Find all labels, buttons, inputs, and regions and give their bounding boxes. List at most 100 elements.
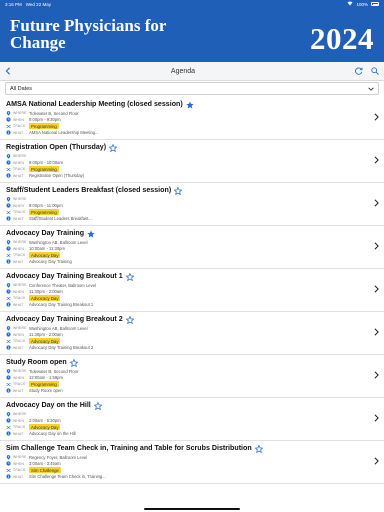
session-title: Advocacy Day on the Hill [6, 401, 91, 409]
star-icon[interactable] [93, 401, 102, 410]
when-value: 9:00pm - 9:30pm [29, 117, 61, 123]
map-pin-icon [6, 368, 13, 374]
what-value: Advocacy Day Training [29, 259, 72, 265]
session-item[interactable]: Sim Challenge Team Check in, Training an… [0, 441, 384, 484]
session-title: Study Room open [6, 358, 67, 366]
what-label: WHAT [13, 173, 24, 178]
chevron-down-icon [368, 87, 374, 91]
chevron-right-icon[interactable] [374, 156, 379, 166]
status-time: 3:16 PM [5, 1, 22, 7]
track-label: TRACK [13, 425, 26, 430]
session-what: WHAT Advocacy Day on the Hill [6, 431, 370, 438]
chevron-right-icon[interactable] [374, 328, 379, 338]
star-icon[interactable] [125, 315, 134, 324]
chevron-left-icon [5, 67, 10, 75]
where-label: WHERE [13, 283, 27, 288]
banner-title: Future Physicians for Change [10, 16, 167, 52]
chevron-right-icon[interactable] [374, 457, 379, 467]
session-title-row: Advocacy Day on the Hill [6, 401, 370, 410]
star-icon[interactable] [254, 444, 263, 453]
what-label: WHAT [13, 216, 24, 221]
session-item[interactable]: Study Room open WHERE Tidewater B, Secon… [0, 355, 384, 398]
when-value: 11:30pm - 2:00am [29, 332, 63, 338]
session-what: WHAT Sim Challenge Team Check in, Traini… [6, 474, 370, 481]
session-item[interactable]: Advocacy Day Training Breakout 2 WHERE W… [0, 312, 384, 355]
chevron-right-icon[interactable] [374, 285, 379, 295]
star-icon[interactable] [69, 358, 78, 367]
track-label: TRACK [13, 296, 26, 301]
info-icon [6, 431, 13, 436]
when-value: 9:00pm - 11:00pm [29, 203, 63, 209]
what-label: WHAT [13, 130, 24, 135]
when-label: WHEN [13, 375, 25, 380]
where-label: WHERE [13, 369, 27, 374]
track-badge: Advocacy Day [29, 338, 61, 345]
shuffle-icon [6, 468, 13, 473]
when-label: WHEN [13, 418, 25, 423]
track-label: TRACK [13, 167, 26, 172]
where-value: Tidewater B, Second Floor [29, 368, 79, 374]
what-value: Registration Open (Thursday) [29, 173, 85, 179]
where-label: WHERE [13, 240, 27, 245]
star-icon[interactable] [125, 272, 134, 281]
where-value: Washington AB, Ballroom Level [29, 239, 88, 245]
what-value: Sim Challenge Team Check in, Training... [29, 474, 106, 480]
session-item[interactable]: AMSA National Leadership Meeting (closed… [0, 97, 384, 140]
shuffle-icon [6, 382, 13, 387]
track-badge: Programming [29, 381, 59, 388]
session-title-row: Staff/Student Leaders Breakfast (closed … [6, 186, 370, 195]
star-icon[interactable] [174, 186, 183, 195]
track-badge: Advocacy Day [29, 252, 61, 259]
chevron-right-icon[interactable] [374, 371, 379, 381]
what-value: Advocacy Day on the Hill [29, 431, 76, 437]
session-title-row: Sim Challenge Team Check in, Training an… [6, 444, 370, 453]
clock-icon [6, 418, 13, 423]
session-what: WHAT Advocacy Day Training [6, 259, 370, 266]
date-filter-select[interactable]: All Dates [5, 82, 379, 95]
track-label: TRACK [13, 210, 26, 215]
search-button[interactable] [371, 67, 379, 75]
when-label: WHEN [13, 203, 25, 208]
when-value: 2:00am - 6:30pm [29, 418, 61, 424]
chevron-right-icon[interactable] [374, 199, 379, 209]
map-pin-icon [6, 325, 13, 331]
chevron-right-icon[interactable] [374, 414, 379, 424]
when-label: WHEN [13, 289, 25, 294]
star-icon[interactable] [186, 100, 194, 109]
clock-icon [6, 160, 13, 165]
shuffle-icon [6, 167, 13, 172]
session-title: Advocacy Day Training Breakout 1 [6, 272, 123, 280]
what-label: WHAT [13, 431, 24, 436]
nav-bar: Agenda [0, 62, 384, 81]
star-icon[interactable] [109, 143, 118, 152]
battery-icon [371, 2, 379, 6]
shuffle-icon [6, 210, 13, 215]
battery-percent: 100% [356, 1, 368, 7]
back-button[interactable] [5, 67, 11, 75]
session-item[interactable]: Registration Open (Thursday) WHERE WHEN … [0, 140, 384, 183]
info-icon [6, 345, 13, 350]
what-value: Staff/Student Leaders Breakfast... [29, 216, 92, 222]
star-icon[interactable] [87, 229, 95, 238]
chevron-right-icon[interactable] [374, 242, 379, 252]
when-value: 3:00am - 3:45am [29, 461, 61, 467]
session-item[interactable]: Staff/Student Leaders Breakfast (closed … [0, 183, 384, 226]
chevron-right-icon[interactable] [374, 113, 379, 123]
clock-icon [6, 375, 13, 380]
session-item[interactable]: Advocacy Day Training Breakout 1 WHERE C… [0, 269, 384, 312]
track-label: TRACK [13, 382, 26, 387]
when-label: WHEN [13, 461, 25, 466]
session-title: Advocacy Day Training [6, 229, 85, 237]
map-pin-icon [6, 239, 13, 245]
refresh-button[interactable] [355, 67, 363, 75]
where-label: WHERE [13, 154, 27, 159]
where-value: Washington AB, Ballroom Level [29, 325, 88, 331]
home-indicator[interactable] [144, 508, 240, 510]
wifi-icon [347, 1, 353, 7]
session-title-row: Advocacy Day Training Breakout 1 [6, 272, 370, 281]
when-label: WHEN [13, 246, 25, 251]
session-item[interactable]: Advocacy Day on the Hill WHERE WHEN 2:00… [0, 398, 384, 441]
session-item[interactable]: Advocacy Day Training WHERE Washington A… [0, 226, 384, 269]
where-value: Regency Foyer, Ballroom Level [29, 454, 88, 460]
info-icon [6, 216, 13, 221]
